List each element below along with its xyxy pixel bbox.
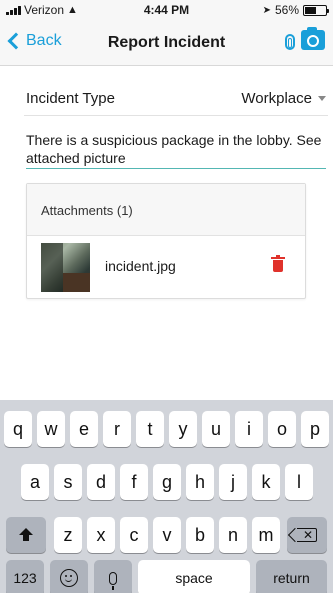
key-z[interactable]: z bbox=[54, 517, 82, 553]
key-y[interactable]: y bbox=[169, 411, 197, 447]
return-key[interactable]: return bbox=[256, 560, 327, 593]
key-h[interactable]: h bbox=[186, 464, 214, 500]
key-m[interactable]: m bbox=[252, 517, 280, 553]
key-l[interactable]: l bbox=[285, 464, 313, 500]
key-v[interactable]: v bbox=[153, 517, 181, 553]
delete-icon: ✕ bbox=[297, 528, 317, 542]
shift-key[interactable] bbox=[6, 517, 46, 553]
status-bar: Verizon ▲ 4:44 PM ➤ 56% bbox=[0, 0, 333, 20]
key-i[interactable]: i bbox=[235, 411, 263, 447]
key-t[interactable]: t bbox=[136, 411, 164, 447]
incident-type-select[interactable]: Workplace bbox=[241, 90, 326, 107]
emoji-icon bbox=[60, 569, 78, 587]
emoji-key[interactable] bbox=[50, 560, 88, 593]
key-s[interactable]: s bbox=[54, 464, 82, 500]
key-g[interactable]: g bbox=[153, 464, 181, 500]
key-n[interactable]: n bbox=[219, 517, 247, 553]
paperclip-icon[interactable] bbox=[285, 34, 295, 50]
attachments-header: Attachments (1) bbox=[27, 184, 305, 236]
key-x[interactable]: x bbox=[87, 517, 115, 553]
incident-type-label: Incident Type bbox=[26, 90, 115, 107]
chevron-left-icon bbox=[7, 32, 25, 50]
key-c[interactable]: c bbox=[120, 517, 148, 553]
back-button[interactable]: Back bbox=[6, 32, 62, 50]
key-e[interactable]: e bbox=[70, 411, 98, 447]
key-k[interactable]: k bbox=[252, 464, 280, 500]
caret-down-icon bbox=[318, 96, 326, 101]
description-textarea[interactable]: There is a suspicious package in the lob… bbox=[26, 131, 326, 169]
battery-icon bbox=[303, 4, 329, 16]
attachment-row[interactable]: incident.jpg bbox=[27, 236, 305, 300]
key-b[interactable]: b bbox=[186, 517, 214, 553]
back-label: Back bbox=[26, 32, 62, 49]
key-q[interactable]: q bbox=[4, 411, 32, 447]
key-u[interactable]: u bbox=[202, 411, 230, 447]
key-a[interactable]: a bbox=[21, 464, 49, 500]
incident-type-row: Incident Type Workplace bbox=[24, 80, 328, 116]
delete-key[interactable]: ✕ bbox=[287, 517, 327, 553]
shift-icon bbox=[19, 528, 33, 542]
microphone-icon bbox=[109, 571, 117, 590]
space-key[interactable]: space bbox=[138, 560, 250, 593]
attachment-file-name: incident.jpg bbox=[105, 258, 176, 274]
trash-icon[interactable] bbox=[271, 255, 285, 272]
status-right: ➤ 56% bbox=[262, 3, 329, 17]
location-icon: ➤ bbox=[262, 4, 271, 16]
camera-icon[interactable] bbox=[301, 27, 325, 50]
keyboard: ✕ 123 space return qwertyuiop asdfghjkl zx… bbox=[0, 400, 333, 593]
key-f[interactable]: f bbox=[120, 464, 148, 500]
key-d[interactable]: d bbox=[87, 464, 115, 500]
numbers-key[interactable]: 123 bbox=[6, 560, 44, 593]
key-w[interactable]: w bbox=[37, 411, 65, 447]
key-p[interactable]: p bbox=[301, 411, 329, 447]
battery-percent: 56% bbox=[274, 3, 299, 17]
key-j[interactable]: j bbox=[219, 464, 247, 500]
nav-bar: Back Report Incident bbox=[0, 20, 333, 66]
key-o[interactable]: o bbox=[268, 411, 296, 447]
attachments-title: Attachments (1) bbox=[41, 203, 133, 218]
attachment-thumbnail[interactable] bbox=[41, 243, 90, 292]
attachments-card: Attachments (1) incident.jpg bbox=[26, 183, 306, 299]
battery-fill bbox=[305, 6, 317, 14]
dictation-key[interactable] bbox=[94, 560, 132, 593]
incident-type-value: Workplace bbox=[241, 90, 312, 107]
key-r[interactable]: r bbox=[103, 411, 131, 447]
